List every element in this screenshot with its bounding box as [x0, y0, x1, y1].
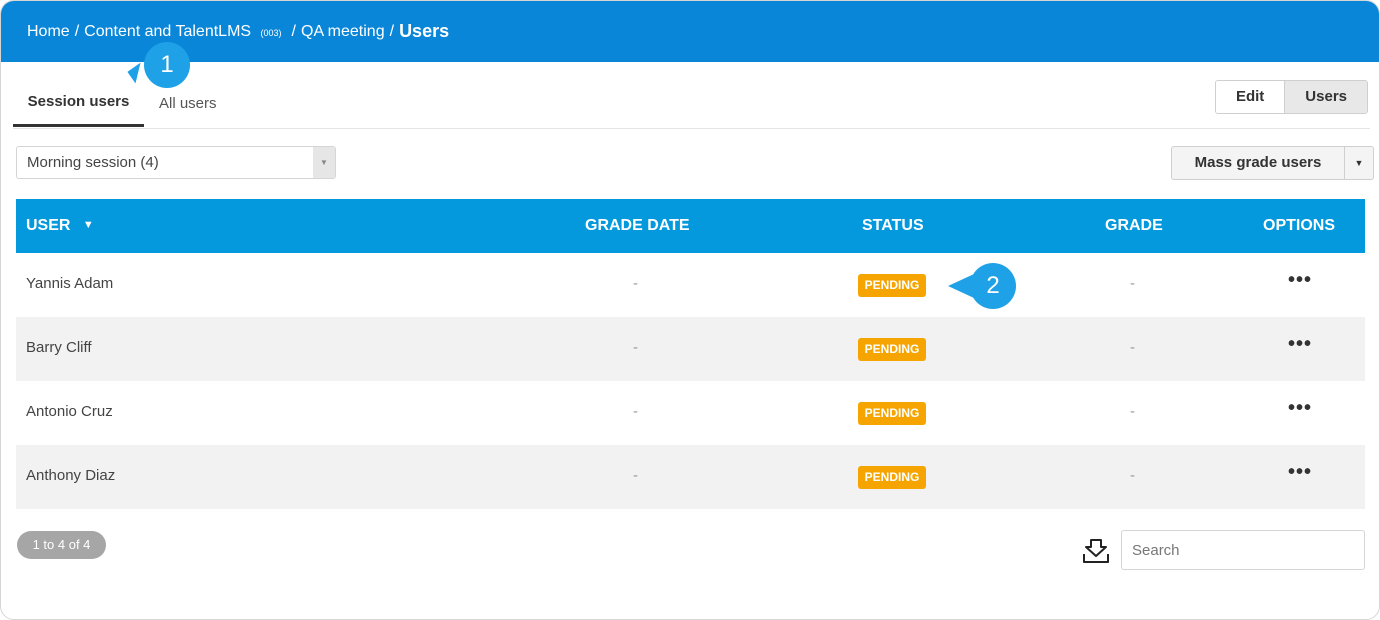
status-badge: PENDING	[858, 274, 926, 297]
caret-down-icon[interactable]: ▼	[1344, 147, 1373, 179]
table-row: Antonio Cruz - PENDING - •••	[16, 381, 1365, 445]
column-header-options: OPTIONS	[1263, 217, 1336, 234]
user-name[interactable]: Barry Cliff	[26, 339, 92, 356]
breadcrumb-unit[interactable]: QA meeting	[301, 23, 385, 41]
users-button[interactable]: Users	[1284, 81, 1367, 113]
grade-date: -	[633, 339, 638, 356]
search-input[interactable]	[1121, 530, 1365, 570]
callout-number: 2	[986, 272, 1000, 299]
tab-bar: Session users All users	[13, 79, 1370, 129]
grade-value: -	[1130, 467, 1135, 484]
status-badge: PENDING	[858, 338, 926, 361]
breadcrumb-separator: /	[74, 22, 80, 40]
callout-marker: 2	[948, 263, 1016, 309]
callout-number: 1	[160, 51, 174, 78]
column-header-grade[interactable]: GRADE	[1105, 217, 1163, 235]
column-header-user-label: USER	[26, 217, 71, 234]
grade-date: -	[633, 467, 638, 484]
breadcrumb-course-label: Content and TalentLMS	[84, 22, 252, 40]
user-name[interactable]: Antonio Cruz	[26, 403, 113, 420]
breadcrumb-separator: /	[389, 22, 395, 40]
breadcrumb: Home / Content and TalentLMS (003) / QA …	[1, 1, 1379, 62]
session-select[interactable]: Morning session (4) ▼	[16, 146, 336, 179]
breadcrumb-course[interactable]: Content and TalentLMS (003)	[84, 23, 286, 41]
user-name[interactable]: Yannis Adam	[26, 275, 113, 292]
breadcrumb-home[interactable]: Home	[27, 23, 70, 41]
pagination-info: 1 to 4 of 4	[17, 531, 106, 559]
tab-all-users[interactable]: All users	[159, 95, 217, 126]
more-horizontal-icon[interactable]: •••	[1288, 333, 1312, 356]
tab-session-users[interactable]: Session users	[13, 93, 144, 127]
more-horizontal-icon[interactable]: •••	[1288, 397, 1312, 420]
download-tray-icon[interactable]	[1082, 538, 1110, 564]
grade-value: -	[1130, 339, 1135, 356]
more-horizontal-icon[interactable]: •••	[1288, 269, 1312, 292]
session-select-value: Morning session (4)	[27, 154, 159, 171]
table-header: USER ▼ GRADE DATE STATUS GRADE OPTIONS	[16, 199, 1365, 253]
users-table: USER ▼ GRADE DATE STATUS GRADE OPTIONS Y…	[16, 199, 1365, 509]
status-badge: PENDING	[858, 466, 926, 489]
more-horizontal-icon[interactable]: •••	[1288, 461, 1312, 484]
app-window: Home / Content and TalentLMS (003) / QA …	[0, 0, 1380, 620]
column-header-status[interactable]: STATUS	[862, 217, 924, 235]
column-header-grade-date[interactable]: GRADE DATE	[585, 217, 690, 235]
grade-value: -	[1130, 275, 1135, 292]
column-header-user[interactable]: USER ▼	[26, 217, 94, 235]
breadcrumb-current: Users	[399, 21, 450, 41]
grade-date: -	[633, 403, 638, 420]
breadcrumb-course-code: (003)	[260, 27, 282, 38]
table-row: Anthony Diaz - PENDING - •••	[16, 445, 1365, 509]
mass-grade-control: Mass grade users ▼	[1171, 146, 1374, 180]
mass-grade-button[interactable]: Mass grade users	[1172, 147, 1344, 179]
breadcrumb-separator: /	[291, 22, 296, 40]
edit-button[interactable]: Edit	[1215, 81, 1285, 113]
user-name[interactable]: Anthony Diaz	[26, 467, 115, 484]
callout-pointer	[948, 274, 974, 298]
sort-caret-down-icon: ▼	[82, 219, 94, 231]
view-toggle: Edit Users	[1214, 80, 1368, 114]
callout-marker: 1	[127, 42, 190, 88]
status-badge: PENDING	[858, 402, 926, 425]
table-row: Barry Cliff - PENDING - •••	[16, 317, 1365, 381]
grade-value: -	[1130, 403, 1135, 420]
table-row: Yannis Adam - PENDING - •••	[16, 253, 1365, 317]
chevron-down-icon: ▼	[313, 147, 335, 178]
grade-date: -	[633, 275, 638, 292]
